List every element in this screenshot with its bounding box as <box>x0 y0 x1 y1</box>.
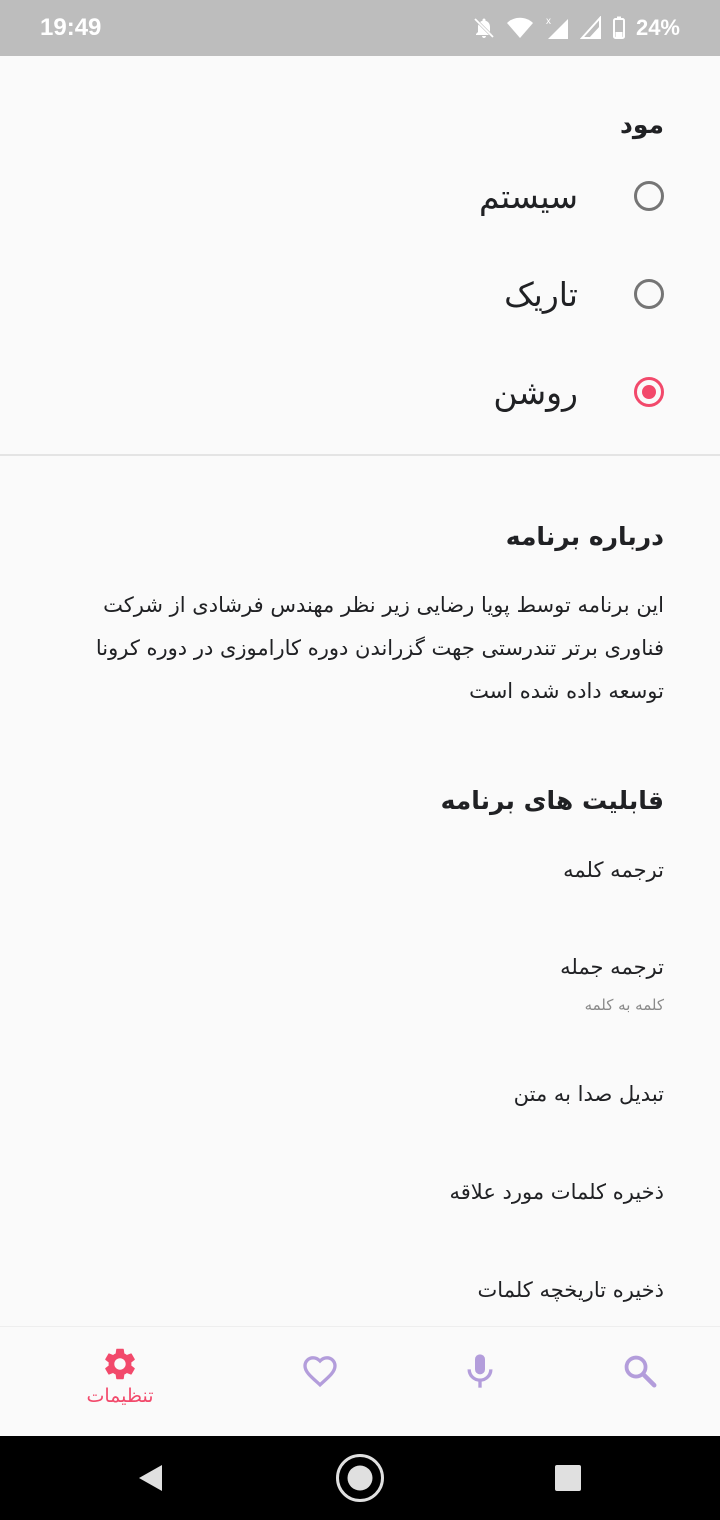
home-circle-icon <box>336 1454 384 1502</box>
search-icon <box>624 1355 657 1388</box>
about-title: درباره برنامه <box>505 522 664 551</box>
bottom-navigation: تنظیمات <box>0 1326 720 1436</box>
recents-square-icon <box>555 1465 581 1491</box>
microphone-icon <box>467 1354 493 1388</box>
feature-item-subtitle: کلمه به کلمه <box>584 996 664 1014</box>
signal-x-icon: x <box>546 16 568 39</box>
svg-text:x: x <box>546 16 551 27</box>
feature-item-save-history: ذخیره تاریخچه کلمات <box>477 1278 664 1302</box>
nav-item-voice[interactable] <box>420 1327 540 1437</box>
status-bar: 19:49 x 24% <box>0 0 720 56</box>
radio-option-system[interactable]: سیستم <box>434 166 664 226</box>
nav-label-settings: تنظیمات <box>86 1385 154 1407</box>
radio-button[interactable] <box>634 279 664 309</box>
radio-option-dark[interactable]: تاریک <box>434 264 664 324</box>
back-triangle-icon <box>139 1465 162 1491</box>
status-time: 19:49 <box>40 14 102 41</box>
about-text: این برنامه توسط پویا رضایی زیر نظر مهندس… <box>54 584 664 713</box>
wifi-icon <box>506 17 533 38</box>
status-icons: x 24% <box>472 12 680 44</box>
signal-icon <box>579 16 601 39</box>
feature-item-word-translation: ترجمه کلمه <box>563 858 664 882</box>
mode-title: مود <box>620 110 664 139</box>
system-navigation-bar <box>0 1436 720 1520</box>
notifications-off-icon <box>473 17 495 39</box>
radio-button-checked[interactable] <box>634 377 664 407</box>
radio-label: تاریک <box>504 274 578 314</box>
radio-option-light[interactable]: روشن <box>434 362 664 422</box>
radio-label: روشن <box>493 372 578 412</box>
feature-item-sentence-translation: ترجمه جمله <box>560 955 664 979</box>
nav-item-search[interactable] <box>580 1327 700 1437</box>
about-line: فناوری برتر تندرستی جهت گزراندن دوره کار… <box>95 636 664 660</box>
nav-item-favorites[interactable] <box>260 1327 380 1437</box>
feature-item-save-favorites: ذخیره کلمات مورد علاقه <box>449 1180 665 1204</box>
nav-item-settings[interactable]: تنظیمات <box>60 1327 180 1437</box>
radio-label: سیستم <box>479 176 578 216</box>
back-button[interactable] <box>120 1436 180 1520</box>
features-title: قابلیت های برنامه <box>440 786 664 815</box>
settings-content[interactable]: مود سیستم تاریک روشن درباره برنامه این ب… <box>0 56 720 1326</box>
radio-button[interactable] <box>634 181 664 211</box>
battery-icon <box>612 16 625 39</box>
gear-icon <box>105 1348 135 1380</box>
about-line: توسعه داده شده است <box>469 679 664 703</box>
battery-percent: 24% <box>635 15 680 40</box>
divider <box>0 454 720 456</box>
feature-item-speech-to-text: تبدیل صدا به متن <box>513 1082 664 1106</box>
about-line: این برنامه توسط پویا رضایی زیر نظر مهندس… <box>103 593 664 617</box>
heart-icon <box>303 1356 337 1388</box>
recents-button[interactable] <box>538 1436 598 1520</box>
home-button[interactable] <box>330 1436 390 1520</box>
